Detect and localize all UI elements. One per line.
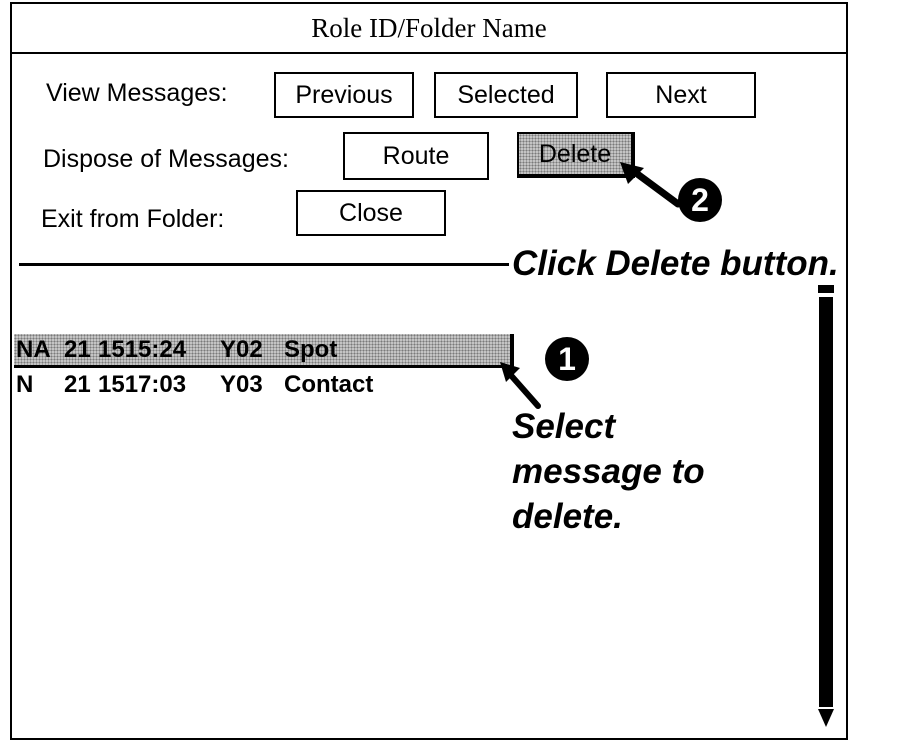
divider-line bbox=[19, 263, 509, 266]
message-id: Y03 bbox=[220, 371, 263, 398]
message-status: N bbox=[16, 371, 34, 398]
callout-step2-text: Click Delete button. bbox=[512, 244, 839, 283]
step1-badge: 1 bbox=[545, 337, 589, 381]
callout-step1-text: Select message to delete. bbox=[512, 404, 705, 539]
step2-pointer-arrow-icon bbox=[620, 162, 682, 208]
selected-button[interactable]: Selected bbox=[434, 72, 578, 118]
callout-step1-line: message to bbox=[512, 452, 705, 491]
scrollbar-track[interactable] bbox=[819, 297, 833, 707]
message-day: 21 bbox=[64, 335, 91, 363]
dispose-messages-label: Dispose of Messages: bbox=[43, 145, 289, 173]
message-row-selected[interactable]: NA 21 1515:24 Y02 Spot bbox=[14, 334, 514, 368]
message-row[interactable]: N 21 1517:03 Y03 Contact bbox=[14, 368, 514, 402]
message-time: 1515:24 bbox=[98, 335, 187, 363]
exit-folder-label: Exit from Folder: bbox=[41, 205, 225, 233]
scrollbar-top-cap[interactable] bbox=[818, 285, 834, 293]
message-list-scrollbar[interactable] bbox=[818, 285, 834, 731]
message-day: 21 bbox=[64, 371, 91, 398]
message-type: Spot bbox=[284, 335, 338, 363]
window-title: Role ID/Folder Name bbox=[12, 4, 846, 54]
route-button[interactable]: Route bbox=[343, 132, 489, 180]
message-time: 1517:03 bbox=[98, 371, 187, 398]
message-status: NA bbox=[16, 335, 51, 363]
close-button[interactable]: Close bbox=[296, 190, 446, 236]
scroll-down-arrow-icon[interactable] bbox=[818, 709, 834, 727]
previous-button[interactable]: Previous bbox=[274, 72, 414, 118]
callout-step1-line: delete. bbox=[512, 497, 623, 536]
next-button[interactable]: Next bbox=[606, 72, 756, 118]
view-messages-label: View Messages: bbox=[46, 79, 228, 107]
message-type: Contact bbox=[284, 371, 374, 398]
message-list: NA 21 1515:24 Y02 Spot N 21 1517:03 Y03 … bbox=[14, 334, 514, 402]
callout-step1-line: Select bbox=[512, 407, 616, 446]
message-id: Y02 bbox=[220, 335, 263, 363]
